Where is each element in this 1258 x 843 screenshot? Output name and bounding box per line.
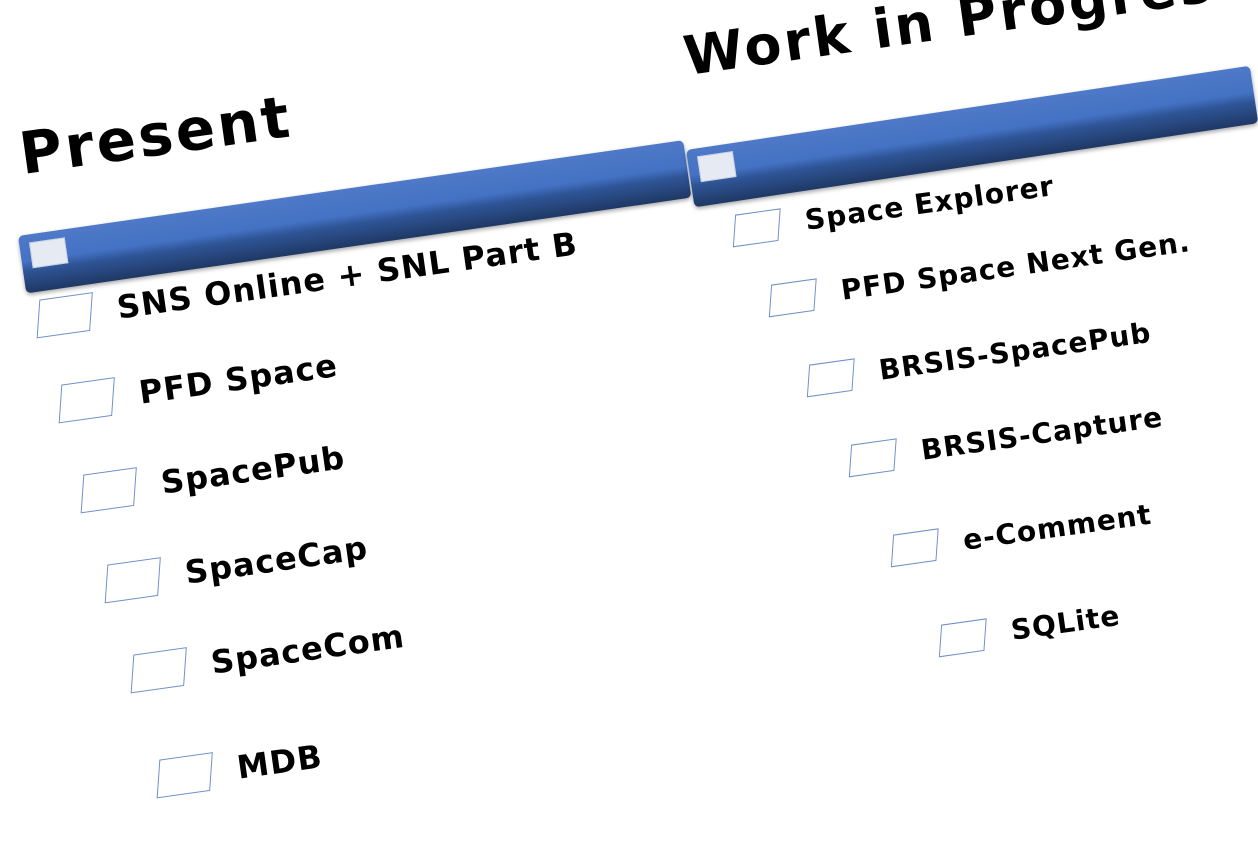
work-in-progress-item-label: PFD Space Next Gen.	[838, 225, 1193, 307]
present-item[interactable]: SpaceCom	[129, 616, 407, 694]
checkbox-icon[interactable]	[848, 438, 897, 478]
checkbox-icon[interactable]	[938, 618, 987, 658]
work-in-progress-heading: Work in Progress	[679, 0, 1253, 88]
present-item[interactable]: PFD Space	[57, 346, 341, 424]
work-in-progress-item[interactable]: SQLite	[938, 598, 1123, 658]
present-item-label: SpacePub	[158, 438, 348, 502]
checkbox-icon[interactable]	[130, 647, 187, 694]
work-in-progress-item[interactable]: e-Comment	[890, 497, 1154, 568]
present-item[interactable]: MDB	[155, 737, 325, 799]
work-in-progress-item-label: BRSIS-SpacePub	[876, 315, 1154, 387]
checkbox-icon[interactable]	[80, 467, 137, 514]
work-in-progress-item[interactable]: PFD Space Next Gen.	[768, 225, 1193, 318]
present-item-label: PFD Space	[136, 346, 341, 412]
checkbox-icon[interactable]	[768, 278, 817, 318]
present-bar-checkbox	[29, 237, 69, 269]
present-heading: Present	[15, 82, 297, 188]
present-item-label: SpaceCap	[182, 528, 371, 592]
work-in-progress-item[interactable]: BRSIS-SpacePub	[806, 315, 1154, 398]
checkbox-icon[interactable]	[890, 528, 939, 568]
present-item[interactable]: SpaceCap	[103, 528, 371, 604]
work-in-progress-item-label: BRSIS-Capture	[918, 400, 1166, 467]
work-in-progress-bar-checkbox	[697, 151, 737, 183]
checkbox-icon[interactable]	[36, 292, 93, 339]
checkbox-icon[interactable]	[104, 557, 161, 604]
work-in-progress-item-label: SQLite	[1008, 598, 1123, 647]
present-item[interactable]: SpacePub	[79, 438, 348, 514]
checkbox-icon[interactable]	[732, 208, 781, 248]
present-item-label: MDB	[234, 737, 325, 787]
checkbox-icon[interactable]	[806, 358, 855, 398]
work-in-progress-item[interactable]: BRSIS-Capture	[848, 400, 1166, 478]
present-item-label: SpaceCom	[208, 616, 407, 682]
work-in-progress-item-label: e-Comment	[960, 497, 1154, 557]
checkbox-icon[interactable]	[58, 377, 115, 424]
checkbox-icon[interactable]	[156, 752, 213, 799]
